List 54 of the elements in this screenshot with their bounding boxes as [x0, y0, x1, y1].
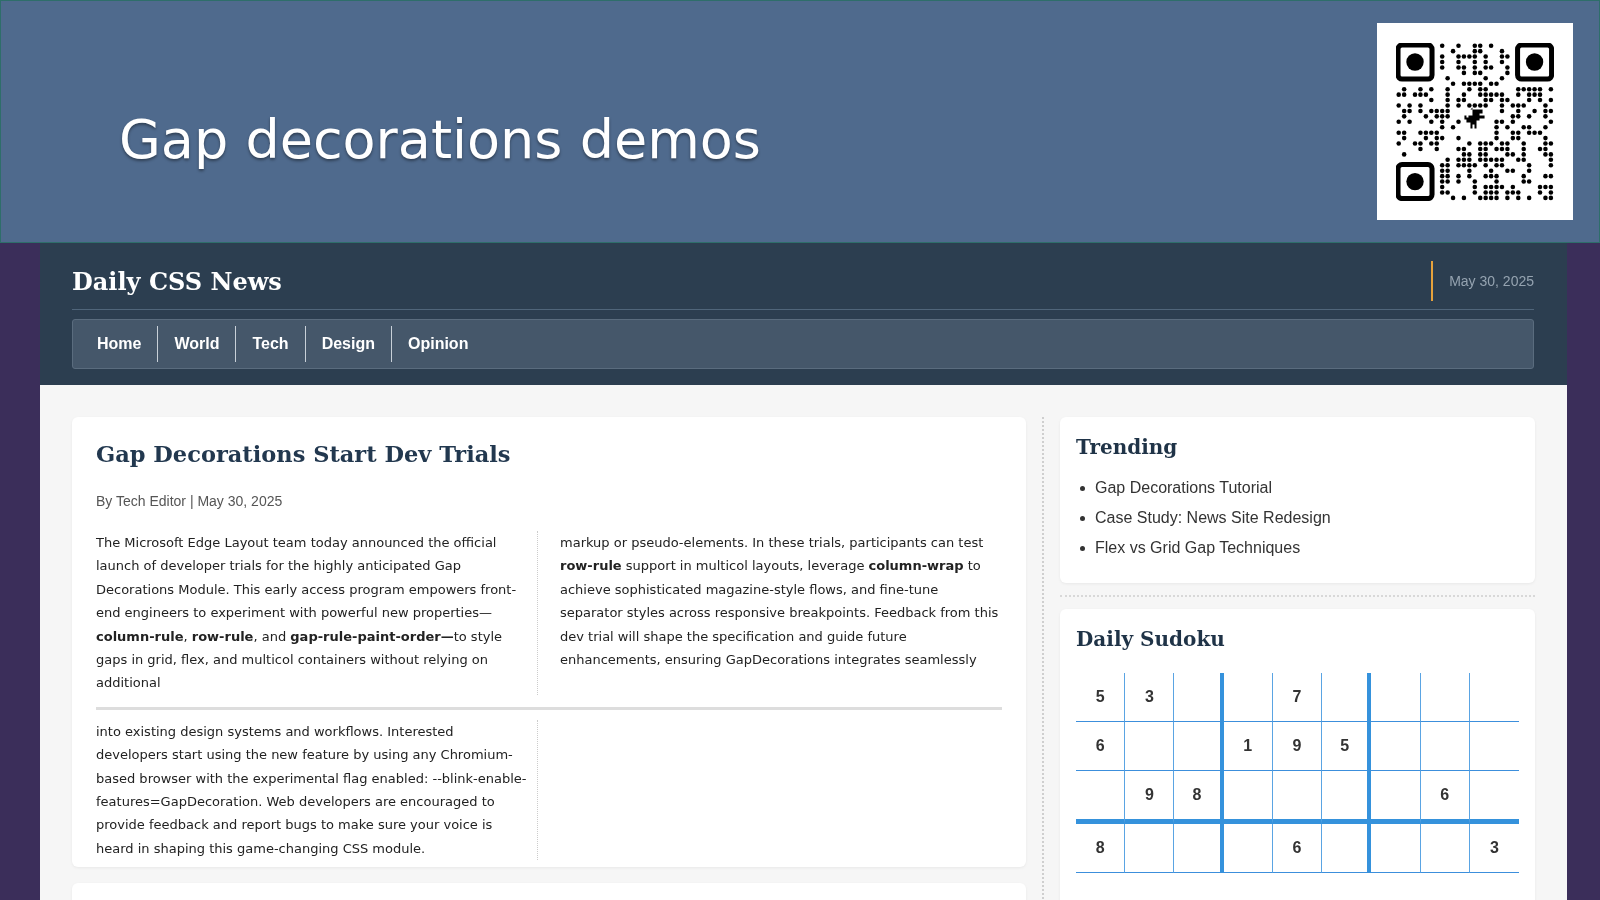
- sudoku-cell[interactable]: 7: [1272, 673, 1323, 722]
- sudoku-cell[interactable]: [1223, 771, 1273, 824]
- article-text: markup or pseudo-elements. In these trials, participants can test row-rule support in multicol layouts, leverage column-wrap to achieve sophisticated magazine-style flows, and fine-tune separator styles across responsive breakpoints. Feedback from this dev trial will shape the specification and guide future enhancements, ensuring GapDecorations integrates seamlessly: [560, 534, 1000, 670]
- sudoku-cell[interactable]: 5: [1322, 722, 1372, 771]
- sudoku-cell[interactable]: [1371, 722, 1421, 771]
- site-title: Daily CSS News: [72, 266, 282, 296]
- header-date: May 30, 2025: [1431, 261, 1534, 301]
- trending-link[interactable]: Flex vs Grid Gap Techniques: [1095, 537, 1301, 559]
- sudoku-cell[interactable]: [1125, 824, 1175, 873]
- sudoku-cell[interactable]: 6: [1076, 722, 1126, 771]
- sudoku-cell[interactable]: [1420, 673, 1470, 722]
- trending-link[interactable]: Gap Decorations Tutorial: [1095, 477, 1272, 499]
- sudoku-cell[interactable]: 5: [1076, 673, 1126, 722]
- bullet-icon: [1080, 485, 1085, 491]
- sudoku-cell[interactable]: [1076, 771, 1126, 824]
- sudoku-cell[interactable]: [1174, 722, 1224, 771]
- nav-link[interactable]: Opinion: [391, 326, 485, 362]
- bullet-icon: [1080, 545, 1085, 551]
- article-text: The Microsoft Edge Layout team today announced the official launch of developer trials for the highly anticipated Gap Decorations Module. This early access program empowers front-end engineers to experiment with powerful new properties—column-rule, row-rule, and gap-rule-paint-order—to style gaps in grid, flex, and multicol containers without relying on additional: [96, 531, 538, 695]
- sudoku-cell[interactable]: [1322, 824, 1372, 873]
- sudoku-cell[interactable]: 3: [1469, 824, 1519, 873]
- sudoku-cell[interactable]: 9: [1272, 722, 1323, 771]
- sudoku-cell[interactable]: [1174, 824, 1224, 873]
- sudoku-cell[interactable]: 1: [1223, 722, 1273, 771]
- sudoku-cell[interactable]: 8: [1076, 824, 1126, 873]
- sudoku-cell[interactable]: 8: [1174, 771, 1224, 824]
- sudoku-cell[interactable]: 6: [1420, 771, 1470, 824]
- sudoku-cell[interactable]: [1272, 771, 1323, 824]
- trending-title: Trending: [1076, 435, 1179, 459]
- nav-link[interactable]: World: [157, 326, 236, 362]
- sudoku-cell[interactable]: [1420, 824, 1470, 873]
- article-headline: Gap Decorations Start Dev Trials: [96, 441, 512, 467]
- sudoku-cell[interactable]: [1371, 824, 1421, 873]
- sudoku-cell[interactable]: [1322, 673, 1372, 722]
- article-text: into existing design systems and workflows. Interested developers start using the new feature by using any Chromium-based browser with the experimental flag enabled: --blink-enable-features=GapDecoration. Web developers are encouraged to provide feedback and report bugs to make sure your voice is heard in shaping this game-changing CSS module.: [96, 719, 538, 861]
- sudoku-cell[interactable]: 6: [1272, 824, 1323, 873]
- slide-title: Gap decorations demos: [119, 108, 761, 171]
- sudoku-cell[interactable]: [1223, 673, 1273, 722]
- sudoku-title: Daily Sudoku: [1076, 627, 1226, 651]
- sudoku-cell[interactable]: [1125, 722, 1175, 771]
- sudoku-cell[interactable]: [1223, 824, 1273, 873]
- nav-link[interactable]: Design: [304, 326, 391, 362]
- sudoku-cell[interactable]: [1371, 673, 1421, 722]
- sudoku-cell[interactable]: [1322, 771, 1372, 824]
- sudoku-cell[interactable]: 9: [1125, 771, 1175, 824]
- sudoku-cell[interactable]: 3: [1125, 673, 1175, 722]
- nav-link[interactable]: Tech: [235, 326, 305, 362]
- article-byline: By Tech Editor | May 30, 2025: [96, 493, 284, 509]
- sudoku-cell[interactable]: [1371, 771, 1421, 824]
- sudoku-cell[interactable]: [1174, 673, 1224, 722]
- sudoku-cell[interactable]: [1420, 722, 1470, 771]
- bullet-icon: [1080, 515, 1085, 521]
- trending-link[interactable]: Case Study: News Site Redesign: [1095, 507, 1331, 529]
- nav-link[interactable]: Home: [87, 326, 158, 362]
